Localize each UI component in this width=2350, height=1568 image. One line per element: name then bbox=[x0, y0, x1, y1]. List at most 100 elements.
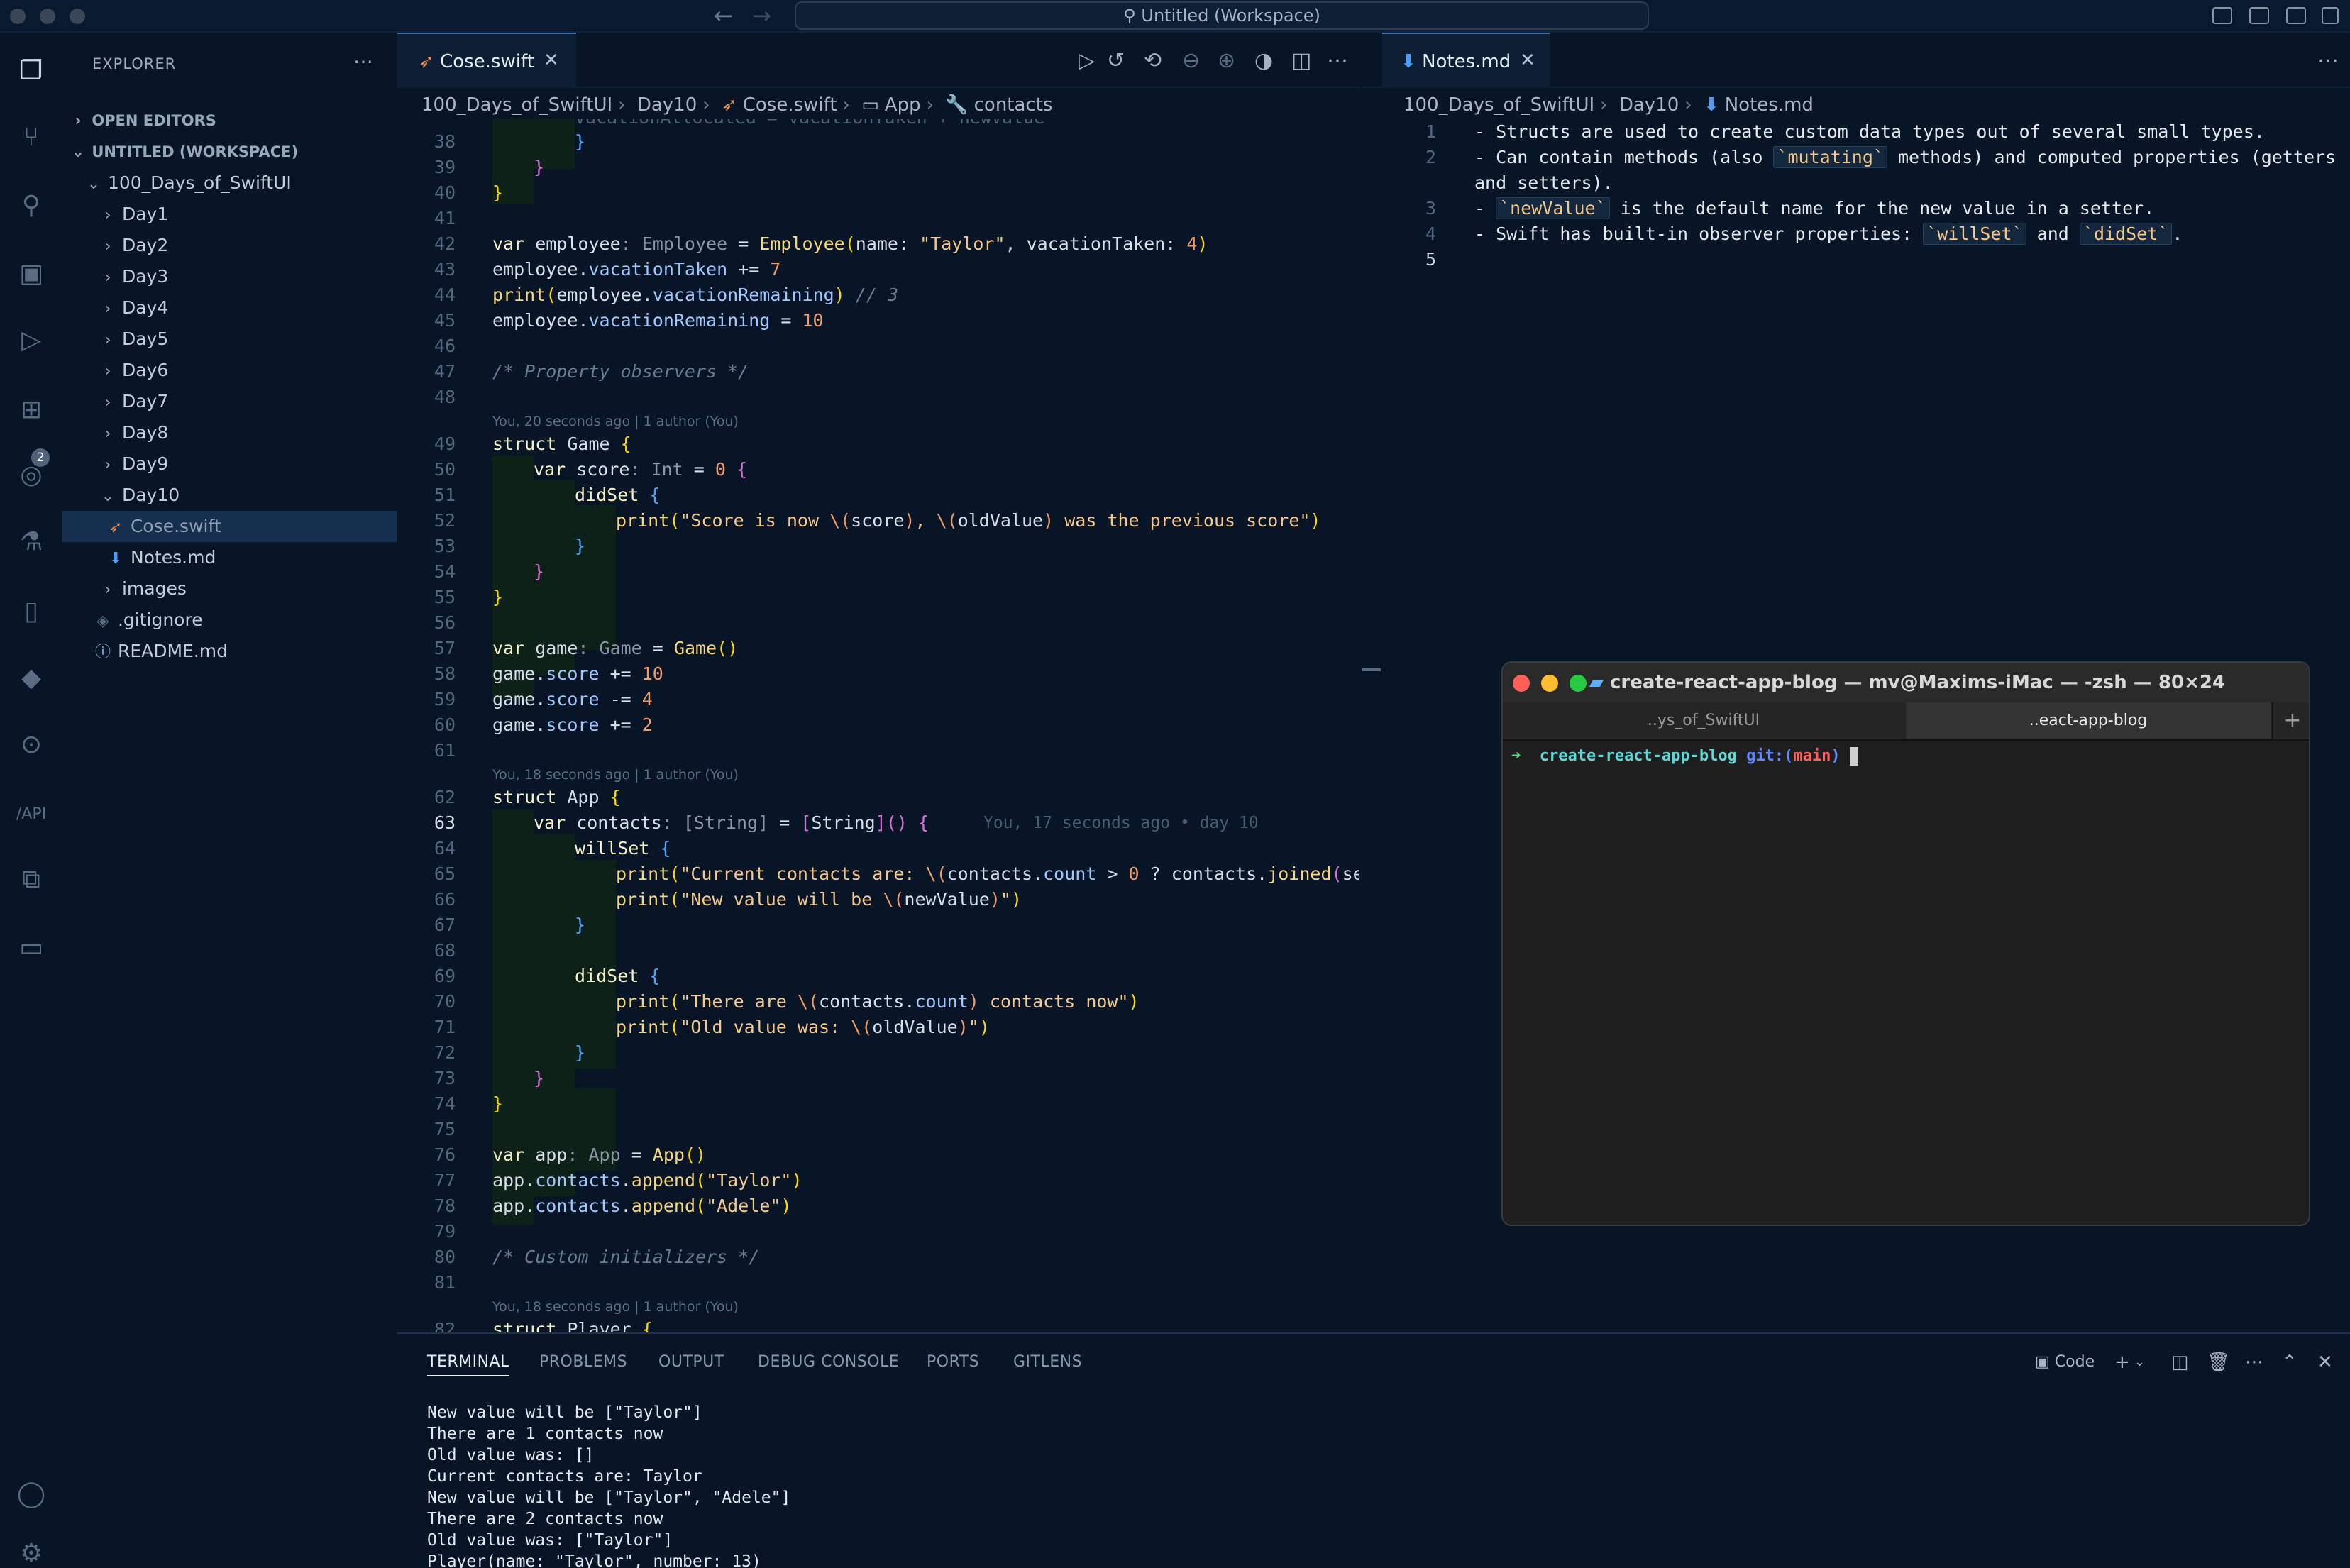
back-arrow-icon[interactable]: ← bbox=[714, 0, 733, 33]
remote-explorer-icon[interactable]: ▣ bbox=[14, 257, 48, 291]
tree-folder-day3[interactable]: › Day3 bbox=[62, 261, 397, 292]
explorer-icon[interactable]: ❐ bbox=[14, 54, 48, 88]
codelens-author[interactable]: You, 20 seconds ago | 1 author (You) bbox=[492, 409, 739, 434]
git-graph-icon[interactable]: ⊙ bbox=[14, 728, 48, 762]
breadcrumb-item[interactable]: Day10 bbox=[1619, 94, 1679, 116]
tab-debug-console[interactable]: DEBUG CONSOLE bbox=[758, 1348, 899, 1376]
chevron-down-icon[interactable]: ⌄ bbox=[2134, 1348, 2145, 1376]
minimize-window-button[interactable] bbox=[1541, 675, 1558, 692]
breadcrumb-item[interactable]: Day10 bbox=[637, 94, 697, 116]
forward-arrow-icon[interactable]: → bbox=[752, 0, 771, 33]
minimize-window-button[interactable] bbox=[40, 9, 55, 24]
tree-folder-day1[interactable]: › Day1 bbox=[62, 199, 397, 230]
close-window-button[interactable] bbox=[10, 9, 26, 24]
source-control-icon[interactable]: ⑂ bbox=[14, 121, 48, 155]
code-line: 77 app.contacts.append("Taylor") bbox=[434, 1170, 802, 1191]
code-line: 61 bbox=[434, 740, 456, 761]
customize-layout-icon[interactable] bbox=[2322, 7, 2339, 24]
trash-icon[interactable]: 🗑 bbox=[2207, 1348, 2230, 1376]
docker-icon[interactable]: ◆ bbox=[14, 661, 48, 695]
tree-folder-day4[interactable]: › Day4 bbox=[62, 292, 397, 324]
tree-file-cose-swift[interactable]: ➶ Cose.swift bbox=[62, 511, 397, 542]
split-terminal-icon[interactable]: ◫ bbox=[2171, 1348, 2189, 1376]
terminal-tab-active[interactable]: ..eact-app-blog bbox=[1906, 702, 2271, 739]
run-icon[interactable]: ▷ bbox=[1079, 48, 1095, 73]
new-terminal-plus-icon[interactable]: + bbox=[2114, 1348, 2130, 1376]
more-actions-icon[interactable]: ⋯ bbox=[1327, 48, 1348, 73]
breadcrumb-item[interactable]: App bbox=[885, 94, 921, 116]
bottom-panel: TERMINAL PROBLEMS OUTPUT DEBUG CONSOLE P… bbox=[397, 1332, 2350, 1568]
tab-problems[interactable]: PROBLEMS bbox=[539, 1348, 627, 1376]
close-panel-icon[interactable]: ✕ bbox=[2317, 1348, 2333, 1376]
breadcrumb-item[interactable]: 100_Days_of_SwiftUI bbox=[421, 94, 612, 116]
close-tab-icon[interactable]: ✕ bbox=[1520, 33, 1535, 88]
breadcrumb-item[interactable]: Notes.md bbox=[1725, 94, 1814, 116]
account-icon[interactable]: ◯ bbox=[14, 1477, 48, 1511]
breadcrumb-item[interactable]: Cose.swift bbox=[743, 94, 837, 116]
code-line: 43 employee.vacationTaken += 7 bbox=[434, 259, 781, 280]
settings-gear-icon[interactable]: ⚙ bbox=[14, 1537, 48, 1568]
breadcrumb-item[interactable]: 100_Days_of_SwiftUI bbox=[1403, 94, 1594, 116]
toggle-panel-icon[interactable] bbox=[2249, 7, 2269, 24]
more-actions-icon[interactable]: ⋯ bbox=[2245, 1348, 2263, 1376]
tree-folder-day2[interactable]: › Day2 bbox=[62, 230, 397, 261]
new-tab-plus-icon[interactable]: + bbox=[2272, 702, 2309, 739]
terminal-tab[interactable]: ..ys_of_SwiftUI bbox=[1503, 702, 1904, 739]
code-line: 65 print("Current contacts are: \(contact… bbox=[434, 863, 1359, 884]
maximize-panel-icon[interactable]: ⌃ bbox=[2282, 1348, 2297, 1376]
wrench-icon: 🔧 bbox=[945, 94, 969, 116]
codelens-author[interactable]: You, 18 seconds ago | 1 author (You) bbox=[492, 1294, 739, 1320]
tab-terminal[interactable]: TERMINAL bbox=[427, 1348, 509, 1376]
gitlens-blame-icon[interactable]: ◑ bbox=[1254, 48, 1273, 73]
macos-terminal-window[interactable]: ▰ create-react-app-blog — mv@Maxims-iMac… bbox=[1501, 661, 2310, 1226]
terminal-shell-selector[interactable]: ▣ Code bbox=[2035, 1348, 2095, 1376]
tab-output[interactable]: OUTPUT bbox=[658, 1348, 724, 1376]
tree-folder-root[interactable]: ⌄ 100_Days_of_SwiftUI bbox=[62, 167, 397, 199]
bookmarks-icon[interactable]: ▯ bbox=[14, 595, 48, 629]
tab-gitlens[interactable]: GITLENS bbox=[1013, 1348, 1082, 1376]
comments-icon[interactable]: ▭ bbox=[14, 931, 48, 965]
terminal-prompt[interactable]: ➜ create-react-app-blog git:(main) bbox=[1511, 745, 1858, 768]
api-icon[interactable]: /API bbox=[14, 797, 48, 832]
next-change-icon[interactable]: ⊕ bbox=[1218, 48, 1235, 73]
tree-file-notes-md[interactable]: ⬇ Notes.md bbox=[62, 542, 397, 573]
toggle-secondary-sidebar-icon[interactable] bbox=[2286, 7, 2306, 24]
code-line: 64 willSet { bbox=[434, 838, 671, 858]
tree-file-readme[interactable]: ⓘ README.md bbox=[62, 636, 397, 667]
search-icon[interactable]: ⚲ bbox=[14, 189, 48, 223]
tree-folder-day10[interactable]: ⌄ Day10 bbox=[62, 480, 397, 511]
code-line: 67} bbox=[434, 915, 586, 935]
run-debug-icon[interactable]: ▷ bbox=[14, 324, 48, 358]
testing-icon[interactable]: ⚗ bbox=[14, 525, 48, 559]
close-window-button[interactable] bbox=[1513, 675, 1530, 692]
codelens-author[interactable]: You, 18 seconds ago | 1 author (You) bbox=[492, 762, 739, 788]
more-actions-icon[interactable]: ⋯ bbox=[2317, 48, 2339, 73]
command-center[interactable]: ⚲ Untitled (Workspace) bbox=[795, 1, 1649, 30]
zoom-window-button[interactable] bbox=[1570, 675, 1587, 692]
tree-folder-day6[interactable]: › Day6 bbox=[62, 355, 397, 386]
gitlens-icon[interactable]: ◎ bbox=[14, 458, 48, 492]
tree-folder-day7[interactable]: › Day7 bbox=[62, 386, 397, 417]
breadcrumb-item[interactable]: contacts bbox=[974, 94, 1053, 116]
open-editors-section[interactable]: › OPEN EDITORS bbox=[62, 105, 397, 136]
tree-folder-day8[interactable]: › Day8 bbox=[62, 417, 397, 448]
tree-folder-day9[interactable]: › Day9 bbox=[62, 448, 397, 480]
history-icon[interactable]: ↺ bbox=[1107, 48, 1125, 73]
toggle-primary-sidebar-icon[interactable] bbox=[2212, 7, 2232, 24]
swift-file-icon: ➶ bbox=[419, 51, 434, 72]
revert-icon[interactable]: ⟲ bbox=[1144, 48, 1162, 73]
tree-folder-images[interactable]: › images bbox=[62, 573, 397, 604]
structure-icon[interactable]: ⧉ bbox=[14, 863, 48, 897]
previous-change-icon[interactable]: ⊖ bbox=[1182, 48, 1200, 73]
split-editor-icon[interactable]: ◫ bbox=[1291, 48, 1311, 73]
code-line: 79 bbox=[434, 1221, 456, 1242]
zoom-window-button[interactable] bbox=[70, 9, 85, 24]
workspace-section[interactable]: ⌄ UNTITLED (WORKSPACE) bbox=[62, 136, 397, 167]
tree-file-gitignore[interactable]: ◈ .gitignore bbox=[62, 604, 397, 636]
code-editor[interactable]: vacationAllocated = vacationTaken + newV… bbox=[397, 119, 1359, 1332]
extensions-icon[interactable]: ⊞ bbox=[14, 393, 48, 427]
close-tab-icon[interactable]: ✕ bbox=[544, 33, 559, 88]
tree-folder-day5[interactable]: › Day5 bbox=[62, 324, 397, 355]
tab-ports[interactable]: PORTS bbox=[927, 1348, 979, 1376]
more-actions-icon[interactable]: ⋯ bbox=[353, 50, 373, 73]
